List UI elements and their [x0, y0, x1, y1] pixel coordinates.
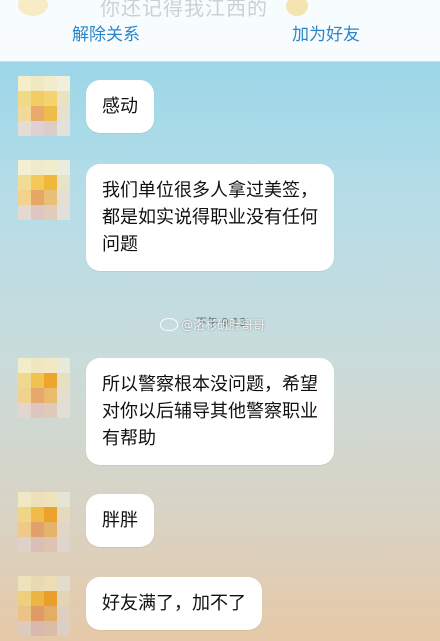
message-text: 有帮助: [102, 428, 156, 449]
message-bubble: 好友满了，加不了: [86, 577, 262, 630]
message-bubble: 所以警察根本没问题，希望 对你以后辅导其他警察职业 有帮助: [86, 358, 334, 465]
add-friend-button[interactable]: 加为好友: [292, 20, 360, 46]
remove-relation-button[interactable]: 解除关系: [72, 20, 140, 46]
watermark-text: @洛杉矶胖哥哥: [181, 318, 266, 332]
message-text: 我们单位很多人拿过美签，: [102, 180, 318, 201]
message-bubble: 感动: [86, 80, 154, 133]
weibo-icon: [160, 318, 178, 331]
avatar[interactable]: [18, 76, 70, 136]
faded-emoji-icon: [18, 0, 48, 16]
message-bubble: 胖胖: [86, 494, 154, 547]
message-text: 都是如实说得职业没有任何: [102, 207, 318, 228]
avatar[interactable]: [18, 492, 70, 552]
message-text: 好友满了，加不了: [102, 593, 246, 614]
message-bubble: 我们单位很多人拿过美签， 都是如实说得职业没有任何 问题: [86, 164, 334, 271]
weibo-watermark: @洛杉矶胖哥哥: [160, 316, 290, 338]
message-text: 胖胖: [102, 510, 138, 531]
top-action-bar: 你还记得我江西的 解除关系 加为好友: [0, 0, 440, 62]
avatar[interactable]: [18, 576, 70, 636]
avatar[interactable]: [18, 160, 70, 220]
message-text: 对你以后辅导其他警察职业: [102, 401, 318, 422]
message-text: 感动: [102, 96, 138, 117]
message-text: 所以警察根本没问题，希望: [102, 374, 318, 395]
avatar[interactable]: [18, 358, 70, 418]
message-text: 问题: [102, 234, 138, 255]
